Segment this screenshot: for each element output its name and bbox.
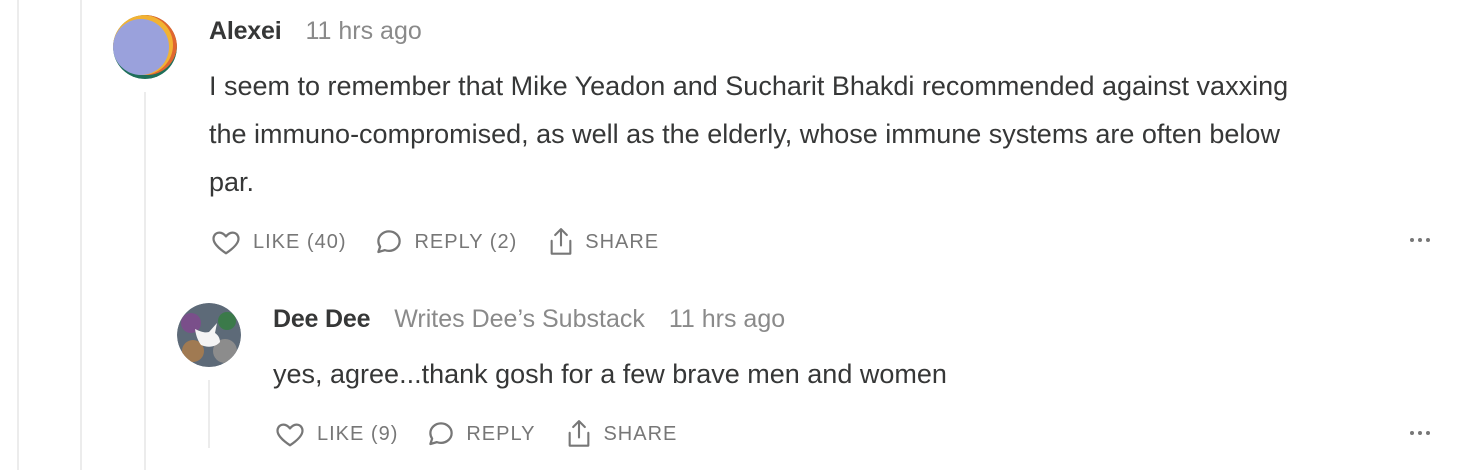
comment-body: yes, agree...thank gosh for a few brave …: [273, 350, 947, 398]
reply-button[interactable]: REPLY: [426, 419, 535, 449]
publication-link[interactable]: Writes Dee’s Substack: [394, 305, 645, 334]
more-options-button[interactable]: [1410, 431, 1430, 435]
heart-icon: [276, 423, 304, 447]
comment-thread-line: [144, 92, 146, 470]
avatar[interactable]: [113, 15, 177, 79]
comment-body: I seem to remember that Mike Yeadon and …: [209, 62, 1288, 206]
comment-body-line: the immuno-compromised, as well as the e…: [209, 119, 1280, 149]
speech-bubble-icon: [429, 422, 454, 446]
reply-button[interactable]: REPLY (2): [374, 227, 517, 257]
author-name[interactable]: Dee Dee: [273, 305, 370, 334]
heart-icon: [212, 231, 240, 255]
comment-body-line: par.: [209, 167, 255, 197]
like-label: LIKE (9): [317, 422, 399, 445]
comment-body-line: yes, agree...thank gosh for a few brave …: [273, 359, 947, 389]
like-label: LIKE (40): [253, 230, 347, 253]
share-button[interactable]: SHARE: [565, 418, 677, 450]
timestamp[interactable]: 11 hrs ago: [305, 17, 421, 46]
share-label: SHARE: [585, 230, 660, 253]
parent-thread-line: [80, 0, 82, 470]
reply-label: REPLY (2): [414, 230, 518, 253]
share-button[interactable]: SHARE: [547, 226, 659, 258]
share-label: SHARE: [603, 422, 678, 445]
more-options-button[interactable]: [1410, 238, 1430, 242]
more-icon: [1410, 238, 1414, 242]
outer-thread-line: [17, 0, 19, 470]
more-icon: [1410, 431, 1414, 435]
comment-actions: LIKE (9) REPLY SHARE: [273, 418, 677, 450]
speech-bubble-icon: [377, 230, 402, 254]
share-icon: [550, 228, 572, 255]
timestamp[interactable]: 11 hrs ago: [669, 305, 785, 334]
comment-meta: Alexei 11 hrs ago: [209, 17, 422, 46]
comment-actions: LIKE (40) REPLY (2) SHARE: [209, 226, 659, 258]
reply-label: REPLY: [466, 422, 536, 445]
like-button[interactable]: LIKE (40): [209, 227, 346, 257]
comment-meta: Dee Dee Writes Dee’s Substack 11 hrs ago: [273, 305, 785, 334]
reply-thread-line: [208, 380, 210, 448]
like-button[interactable]: LIKE (9): [273, 419, 398, 449]
comment-body-line: I seem to remember that Mike Yeadon and …: [209, 71, 1289, 101]
author-name[interactable]: Alexei: [209, 17, 282, 46]
share-icon: [569, 420, 590, 447]
avatar[interactable]: [177, 303, 241, 367]
